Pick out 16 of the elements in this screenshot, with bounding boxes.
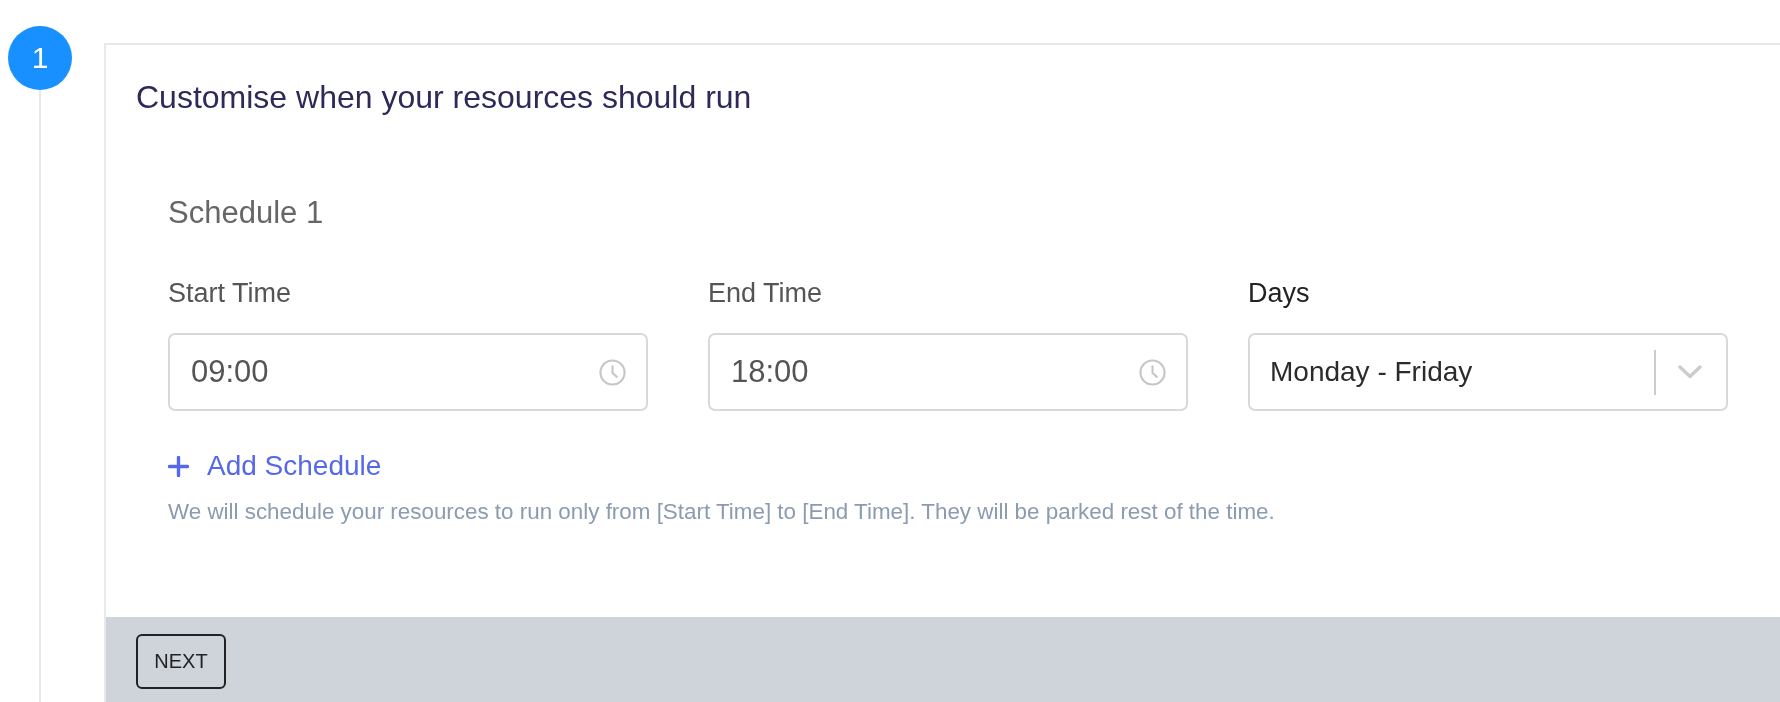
plus-icon (168, 455, 189, 477)
time-input[interactable]: 18:00 (708, 333, 1188, 411)
field-label: End Time (708, 277, 823, 309)
clock-icon (1139, 358, 1166, 386)
next-button[interactable]: NEXT (136, 634, 226, 689)
chevron-down-icon (1678, 365, 1702, 379)
schedule-title: Schedule 1 (168, 195, 324, 231)
field-label: Days (1248, 277, 1310, 309)
add-schedule-button[interactable]: Add Schedule (168, 450, 382, 482)
field-label: Start Time (168, 277, 292, 309)
clock-icon (599, 358, 626, 386)
step-indicator: 1 (8, 26, 72, 90)
card-title: Customise when your resources should run (136, 79, 752, 115)
time-input[interactable]: 09:00 (168, 333, 648, 411)
help-text: We will schedule your resources to run only from [Start Time] to [End Time]. They will be parked rest of the time. (168, 498, 1275, 525)
days-select[interactable]: Monday - Friday (1248, 333, 1728, 411)
